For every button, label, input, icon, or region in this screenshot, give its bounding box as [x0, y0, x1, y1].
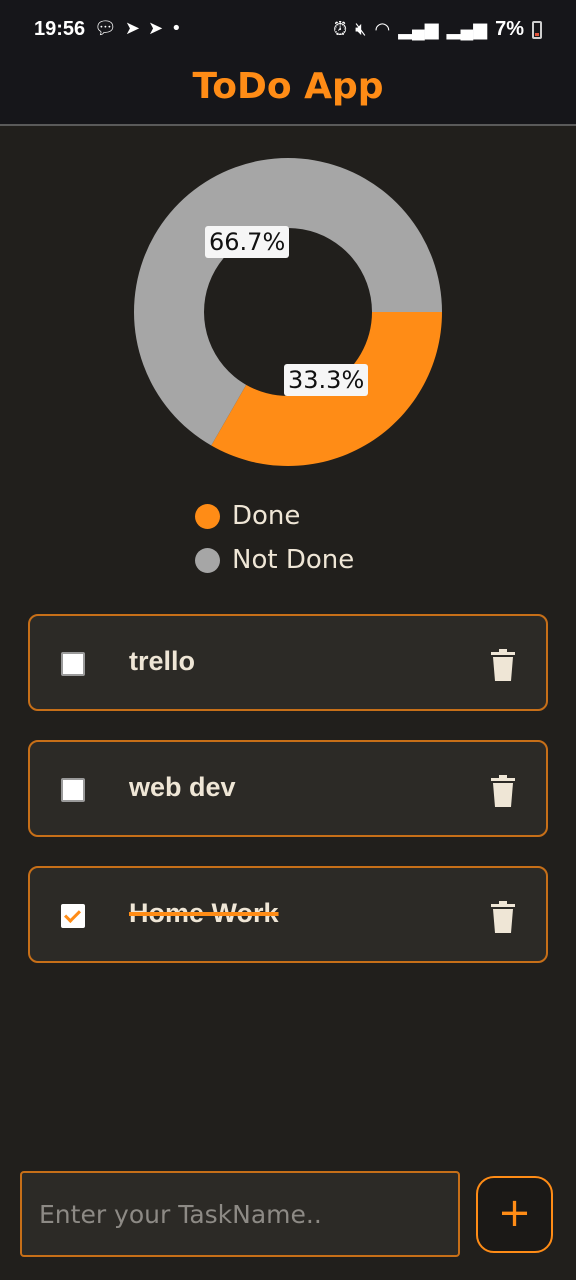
chart-legend: Done Not Done [195, 494, 354, 582]
status-time: 19:56 [34, 18, 86, 40]
battery-icon [532, 20, 542, 39]
trash-icon[interactable] [491, 649, 515, 681]
telegram-icon: ➤ [124, 18, 140, 39]
task-checkbox-checked[interactable] [61, 904, 85, 928]
checkmark-icon [64, 906, 81, 923]
task-name-input[interactable] [20, 1171, 460, 1257]
legend-label-not-done: Not Done [232, 545, 355, 575]
chat-bubble-icon: 💬︎ [94, 18, 117, 39]
notification-icons: 💬︎ ➤ ➤ • [94, 18, 182, 39]
app-title: ToDo App [192, 66, 384, 107]
task-name: web dev [129, 772, 236, 802]
add-task-button[interactable]: + [476, 1176, 553, 1253]
legend-label-done: Done [232, 501, 301, 531]
task-item: trello [28, 614, 548, 711]
battery-level: 7% [495, 18, 524, 40]
legend-dot-not-done [195, 547, 220, 573]
task-checkbox[interactable] [61, 652, 85, 676]
trash-icon[interactable] [491, 901, 515, 933]
telegram-icon: ➤ [147, 18, 164, 39]
legend-dot-done [195, 503, 220, 529]
status-right: ⏰︎ 🔇︎ ◠ ▂▄▆ ▂▄▆ 7% [333, 18, 542, 41]
task-item: web dev [28, 740, 548, 837]
alarm-icon: ⏰︎ [333, 19, 348, 39]
slice-label-not-done: 66.7% [205, 226, 290, 258]
task-checkbox[interactable] [61, 778, 85, 802]
trash-icon[interactable] [491, 775, 515, 807]
app-bar: 19:56 💬︎ ➤ ➤ • ⏰︎ 🔇︎ ◠ ▂▄▆ ▂▄▆ 7% ToDo A… [0, 0, 576, 126]
task-name: trello [129, 646, 196, 676]
dot-icon: • [171, 18, 182, 39]
wifi-icon: ◠ [374, 19, 391, 39]
signal-icon: ▂▄▆ [446, 19, 488, 39]
donut-svg [134, 158, 442, 466]
slice-label-done: 33.3% [284, 364, 369, 396]
task-item: Home Work [28, 866, 548, 963]
progress-donut-chart: 33.3% 66.7% [128, 152, 448, 472]
signal-icon: ▂▄▆ [398, 19, 439, 39]
legend-item-not-done: Not Done [195, 538, 354, 582]
mute-icon: 🔇︎ [355, 19, 367, 39]
task-name: Home Work [129, 898, 279, 928]
legend-item-done: Done [195, 494, 354, 538]
todo-screen: 19:56 💬︎ ➤ ➤ • ⏰︎ 🔇︎ ◠ ▂▄▆ ▂▄▆ 7% ToDo A… [0, 0, 576, 1280]
